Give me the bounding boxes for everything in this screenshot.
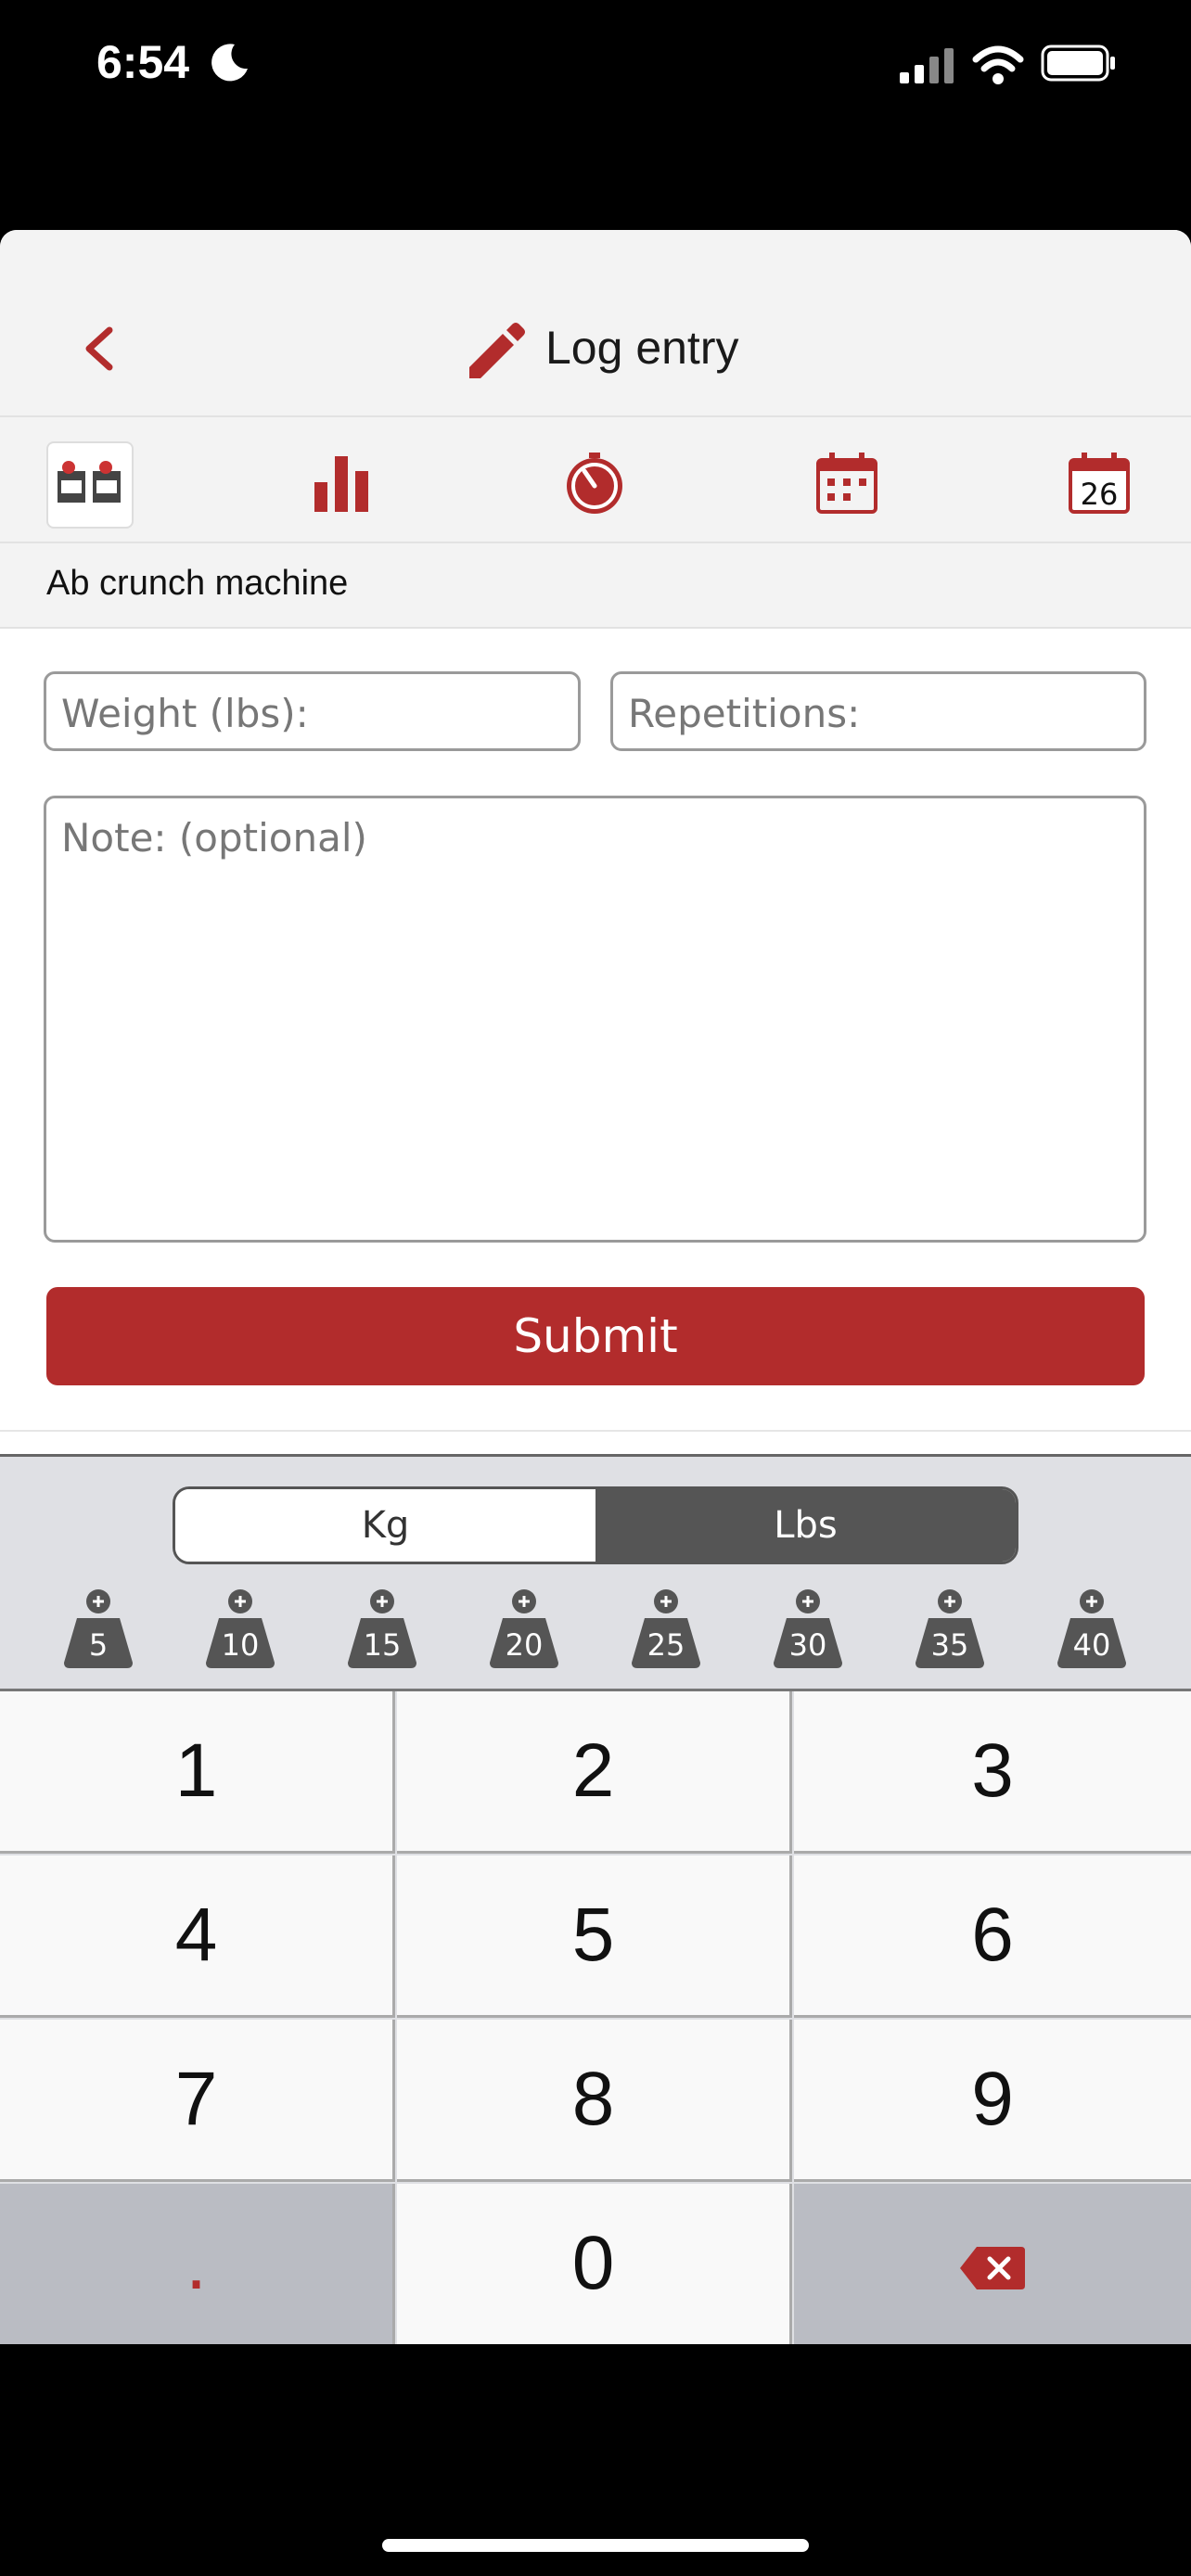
page-title: Log entry xyxy=(545,322,739,374)
keypad: 1 2 3 4 5 6 7 8 9 . 0 xyxy=(0,1689,1191,2344)
weight-preset-15[interactable]: 15 xyxy=(340,1588,424,1670)
key-decimal[interactable]: . xyxy=(0,2184,395,2344)
unit-segmented-control: Kg Lbs xyxy=(173,1486,1018,1564)
wifi-icon xyxy=(972,45,1024,84)
weight-preset-10[interactable]: 10 xyxy=(198,1588,282,1670)
weight-preset-25[interactable]: 25 xyxy=(624,1588,708,1670)
key-4[interactable]: 4 xyxy=(0,1855,395,2018)
weight-preset-label: 15 xyxy=(363,1627,402,1663)
home-indicator[interactable] xyxy=(382,2539,809,2552)
submit-button[interactable]: Submit xyxy=(46,1287,1145,1385)
weight-preset-label: 30 xyxy=(788,1627,827,1663)
pencil-icon xyxy=(469,323,525,378)
key-6[interactable]: 6 xyxy=(794,1855,1191,2018)
key-8[interactable]: 8 xyxy=(397,2020,792,2182)
weight-preset-label: 20 xyxy=(505,1627,544,1663)
calendar-day-icon[interactable]: 26 xyxy=(1067,451,1132,516)
exercise-toolbar: 26 xyxy=(0,417,1191,543)
numeric-keyboard: Kg Lbs 5 10 15 20 25 30 35 40 1 2 3 4 5 … xyxy=(0,1454,1191,2344)
log-entry-sheet: Log entry 26 Ab crunch machine Weight (l… xyxy=(0,230,1191,2344)
key-5[interactable]: 5 xyxy=(397,1855,792,2018)
key-3[interactable]: 3 xyxy=(794,1691,1191,1854)
exercise-thumbnail[interactable] xyxy=(46,441,134,529)
timer-icon[interactable] xyxy=(562,451,627,516)
key-1[interactable]: 1 xyxy=(0,1691,395,1854)
weight-preset-35[interactable]: 35 xyxy=(908,1588,992,1670)
backspace-icon xyxy=(960,2247,1025,2290)
back-chevron-icon[interactable] xyxy=(76,323,128,375)
key-9[interactable]: 9 xyxy=(794,2020,1191,2182)
weight-preset-label: 5 xyxy=(88,1627,109,1663)
key-2[interactable]: 2 xyxy=(397,1691,792,1854)
weight-preset-20[interactable]: 20 xyxy=(482,1588,566,1670)
exercise-image-icon xyxy=(58,461,121,503)
unit-lbs[interactable]: Lbs xyxy=(596,1489,1016,1562)
key-backspace[interactable] xyxy=(794,2184,1191,2344)
cellular-signal-icon xyxy=(900,48,954,83)
weight-preset-5[interactable]: 5 xyxy=(57,1588,140,1670)
note-textarea[interactable]: Note: (optional) xyxy=(44,796,1146,1243)
weight-preset-label: 35 xyxy=(930,1627,969,1663)
repetitions-placeholder: Repetitions: xyxy=(628,691,861,736)
weight-placeholder: Weight (lbs): xyxy=(61,691,309,736)
unit-kg[interactable]: Kg xyxy=(175,1489,596,1562)
weight-preset-40[interactable]: 40 xyxy=(1050,1588,1133,1670)
weight-input[interactable]: Weight (lbs): xyxy=(44,671,581,751)
divider xyxy=(0,1430,1191,1432)
weight-preset-label: 40 xyxy=(1072,1627,1111,1663)
weight-preset-label: 25 xyxy=(647,1627,685,1663)
exercise-name: Ab crunch machine xyxy=(46,564,349,603)
weight-preset-label: 10 xyxy=(221,1627,260,1663)
key-0[interactable]: 0 xyxy=(397,2184,792,2344)
status-time: 6:54 xyxy=(96,36,190,88)
weight-presets: 5 10 15 20 25 30 35 40 xyxy=(0,1588,1191,1681)
moon-icon xyxy=(211,44,248,82)
bar-chart-icon[interactable] xyxy=(309,451,374,516)
battery-icon xyxy=(1041,45,1115,82)
calendar-day-number: 26 xyxy=(1080,477,1119,512)
repetitions-input[interactable]: Repetitions: xyxy=(610,671,1146,751)
exercise-name-bar: Ab crunch machine xyxy=(0,543,1191,629)
key-7[interactable]: 7 xyxy=(0,2020,395,2182)
nav-header: Log entry xyxy=(0,230,1191,417)
note-placeholder: Note: (optional) xyxy=(61,815,367,861)
calendar-grid-icon[interactable] xyxy=(814,451,879,516)
weight-preset-30[interactable]: 30 xyxy=(766,1588,850,1670)
